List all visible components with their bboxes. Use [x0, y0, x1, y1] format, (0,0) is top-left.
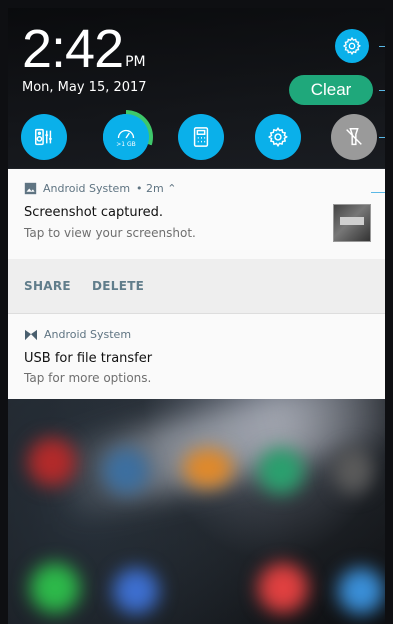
qs-boost[interactable]: >1 GB [99, 110, 153, 164]
calculator-icon [193, 127, 209, 147]
android-n-icon [25, 329, 37, 340]
clock-ampm: PM [125, 54, 146, 70]
date-label: Mon, May 15, 2017 [22, 80, 147, 95]
callout-line [379, 137, 385, 138]
notification-actions: SHARE DELETE [8, 259, 385, 313]
callout-line [371, 192, 385, 193]
notification-screenshot[interactable]: Android System • 2m ⌃ Screenshot capture… [8, 169, 385, 259]
delete-button[interactable]: DELETE [92, 259, 144, 313]
qs-flashlight[interactable] [331, 114, 377, 160]
notification-title: USB for file transfer [24, 351, 153, 366]
flashlight-icon [346, 128, 362, 146]
notification-app-name: Android System [43, 182, 131, 195]
boost-progress-ring: >1 GB [99, 110, 153, 164]
qs-settings[interactable] [255, 114, 301, 160]
qs-audio-wizard[interactable] [21, 114, 67, 160]
notification-app-name: Android System [44, 328, 132, 341]
clock: 2:42 PM [22, 22, 146, 76]
notification-body: Tap to view your screenshot. [24, 226, 196, 240]
boost-icon [117, 129, 135, 139]
image-icon [24, 182, 37, 195]
notification-time: • 2m ⌃ [136, 182, 177, 195]
notification-usb[interactable]: Android System USB for file transfer Tap… [8, 313, 385, 399]
callout-line [379, 46, 385, 47]
notification-title: Screenshot captured. [24, 205, 164, 220]
notification-shade: 2:42 PM Mon, May 15, 2017 Clear >1 GB An… [8, 8, 385, 624]
audio-wizard-icon [35, 128, 52, 146]
settings-button[interactable] [335, 29, 369, 63]
notification-body: Tap for more options. [24, 371, 152, 385]
shade-header: 2:42 PM Mon, May 15, 2017 Clear >1 GB [8, 8, 385, 168]
qs-calculator[interactable] [178, 114, 224, 160]
callout-line [379, 90, 385, 91]
gear-icon [342, 36, 362, 56]
boost-caption: >1 GB [116, 141, 136, 148]
clear-all-button[interactable]: Clear [289, 75, 373, 105]
share-button[interactable]: SHARE [24, 259, 71, 313]
screenshot-thumbnail[interactable] [333, 204, 371, 242]
settings-icon [267, 126, 288, 148]
notification-app-row: Android System [24, 328, 131, 341]
clock-time: 2:42 [22, 19, 124, 79]
notification-app-row: Android System • 2m ⌃ [24, 182, 176, 195]
